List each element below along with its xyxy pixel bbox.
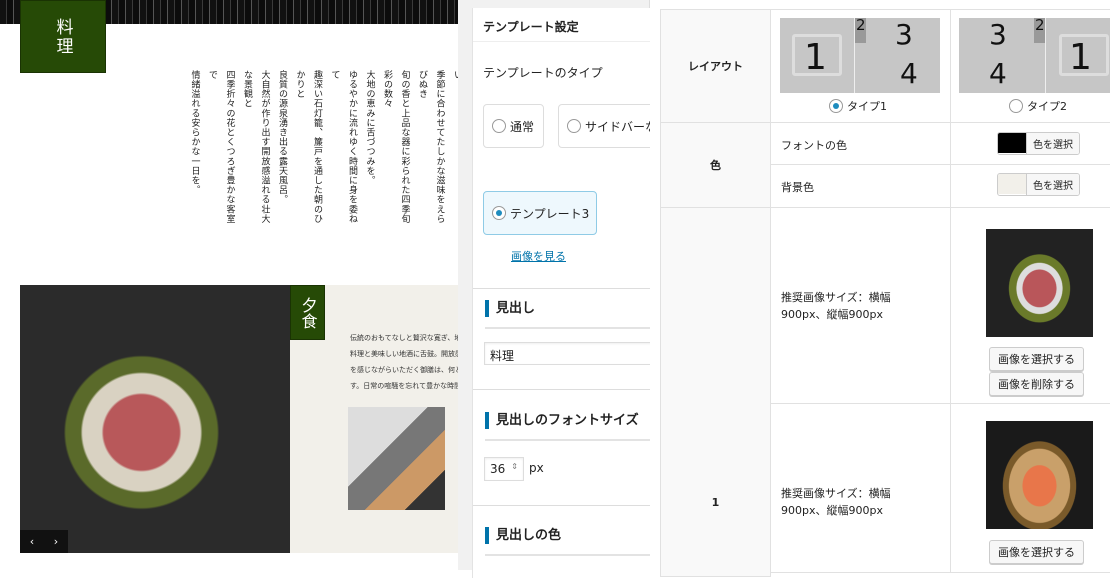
area-number: 4	[989, 57, 1007, 90]
pick-color-button[interactable]: 色を選択	[1026, 133, 1079, 154]
intro-line: 大地の恵みに舌づつみを。	[364, 70, 375, 186]
type1-cell: 1 2 3 4 タイプ1	[770, 9, 951, 123]
view-image-link[interactable]: 画像を見る	[511, 248, 566, 264]
intro-line: 良質の源泉湧き出る露天風呂。	[277, 70, 287, 205]
intro-line: 趣深い石灯籠、簾戸を通した朝のひかりと	[294, 70, 323, 224]
color-label: 色	[660, 122, 771, 208]
layout-settings-table: レイアウト 1 2 3 4 タイプ1 1 2 3 4 タイプ2 色 フォントの色…	[650, 0, 1110, 577]
page-preview: 料理 創業より受け継がれてきた伝統のおもてなしと美しい景観に、至福のひとときをお…	[0, 0, 458, 570]
divider	[485, 327, 655, 329]
color-swatch	[998, 174, 1026, 194]
prev-arrow-icon[interactable]: ‹	[30, 535, 34, 548]
intro-line: 四季折々の花とくつろぎ豊かな客室で	[207, 70, 235, 224]
divider	[485, 439, 655, 441]
bg-color-picker[interactable]: 色を選択	[997, 173, 1080, 196]
color-swatch	[998, 133, 1026, 153]
heading-input[interactable]: 料理	[484, 342, 654, 365]
divider	[473, 505, 651, 506]
dinner-line: す。日常の喧騒を忘れて豊かな時間	[350, 382, 458, 390]
image1-cell: 画像を選択する 画像を削除する	[950, 207, 1110, 404]
template-type-label: テンプレートのタイプ	[483, 66, 603, 80]
font-size-stepper[interactable]: 36 ⇕	[484, 457, 524, 481]
area-number: 3	[895, 18, 913, 51]
px-unit: px	[529, 461, 544, 475]
image-size-note: 推奨画像サイズ：横幅900px、縦幅900px	[770, 403, 951, 573]
radio-selected[interactable]	[492, 206, 506, 220]
divider	[485, 554, 655, 556]
settings-area: テンプレート設定 テンプレートのタイプ 通常 サイドバーな テンプレート3 画像…	[458, 0, 658, 578]
dinner-line: を感じながらいただく御膳は、何と	[350, 366, 458, 374]
intro-line: ゆるやかに流れゆく時間に身を委ねて	[329, 70, 358, 224]
bg-color-label: 背景色	[770, 164, 951, 208]
layout-label: レイアウト	[660, 9, 771, 123]
area-number: 3	[989, 18, 1007, 51]
option-label: 通常	[510, 119, 535, 134]
row-label: 1	[660, 207, 771, 577]
intro-line: 大自然が作り出す開放感溢れる壮大な景観と	[242, 70, 270, 224]
dinner-line: 料理と美味しい地酒に舌鼓。開放感	[350, 350, 458, 358]
area-number: 1	[804, 37, 827, 78]
type2-thumbnail[interactable]: 1 2 3 4	[959, 18, 1110, 93]
area-number: 4	[900, 57, 918, 90]
font-color-cell: 色を選択	[950, 122, 1110, 165]
divider	[473, 389, 651, 390]
stepper-arrows-icon[interactable]: ⇕	[511, 462, 518, 476]
row-number: 1	[711, 495, 720, 509]
type1-thumbnail[interactable]: 1 2 3 4	[780, 18, 940, 93]
option-sidebar[interactable]: サイドバーな	[558, 104, 658, 148]
font-color-label: フォントの色	[770, 122, 951, 165]
select-image-button[interactable]: 画像を選択する	[989, 540, 1084, 564]
heading-section-title: 見出し	[485, 300, 535, 317]
pick-color-button[interactable]: 色を選択	[1026, 174, 1079, 195]
option-label: サイドバーな	[585, 119, 658, 134]
option-normal[interactable]: 通常	[483, 104, 544, 148]
area-number: 1	[1069, 37, 1092, 78]
intro-text: 創業より受け継がれてきた伝統のおもてなしと美しい景観に、至福のひとときをお過ごし…	[185, 70, 459, 230]
dinner-text: 伝統のおもてなしと贅沢な寛ぎ、地 料理と美味しい地酒に舌鼓。開放感 を感じながらいた…	[350, 330, 458, 394]
chef-image	[348, 407, 445, 510]
panel-title: テンプレート設定	[473, 8, 651, 42]
type1-radio[interactable]: タイプ1	[829, 98, 887, 114]
image2-cell: 画像を選択する	[950, 403, 1110, 573]
type2-cell: 1 2 3 4 タイプ2	[950, 9, 1110, 123]
template-settings-panel: テンプレート設定 テンプレートのタイプ 通常 サイドバーな テンプレート3 画像…	[472, 8, 658, 578]
intro-line: 至福のひとときをお過ごしください。	[452, 70, 458, 90]
type2-label: タイプ2	[1027, 100, 1067, 113]
intro-line: 季節に合わせてたしかな滋味をえらびぬき	[417, 70, 445, 224]
next-arrow-icon[interactable]: ›	[54, 535, 58, 548]
font-color-picker[interactable]: 色を選択	[997, 132, 1080, 155]
radio[interactable]	[1009, 99, 1023, 113]
image2-thumbnail	[986, 421, 1093, 529]
heading-box: 料理	[20, 0, 106, 73]
divider	[473, 288, 651, 289]
option-label: テンプレート3	[510, 206, 590, 221]
food-image	[20, 285, 290, 553]
select-image-button[interactable]: 画像を選択する	[989, 347, 1084, 371]
intro-line: 旬の香と上品な器に彩られた四季旬彩の数々	[382, 70, 410, 224]
font-size-section-title: 見出しのフォントサイズ	[485, 412, 639, 429]
type2-radio[interactable]: タイプ2	[1009, 98, 1067, 114]
font-size-value: 36	[490, 462, 506, 476]
intro-line: 情緒溢れる安らかな一日を。	[189, 70, 200, 195]
delete-image-button[interactable]: 画像を削除する	[989, 372, 1084, 396]
radio[interactable]	[492, 119, 506, 133]
area-number: 2	[1035, 18, 1045, 34]
radio[interactable]	[567, 119, 581, 133]
color-section-title: 見出しの色	[485, 527, 561, 544]
area-number: 2	[856, 18, 866, 34]
slider-nav: ‹ ›	[20, 530, 68, 553]
dinner-heading: 夕食	[290, 285, 325, 340]
option-template3[interactable]: テンプレート3	[483, 191, 597, 235]
image1-thumbnail	[986, 229, 1093, 337]
image-size-note: 推奨画像サイズ：横幅900px、縦幅900px	[770, 207, 951, 404]
dinner-line: 伝統のおもてなしと贅沢な寛ぎ、地	[350, 334, 458, 342]
bg-color-cell: 色を選択	[950, 164, 1110, 208]
radio-selected[interactable]	[829, 99, 843, 113]
type1-label: タイプ1	[847, 100, 887, 113]
